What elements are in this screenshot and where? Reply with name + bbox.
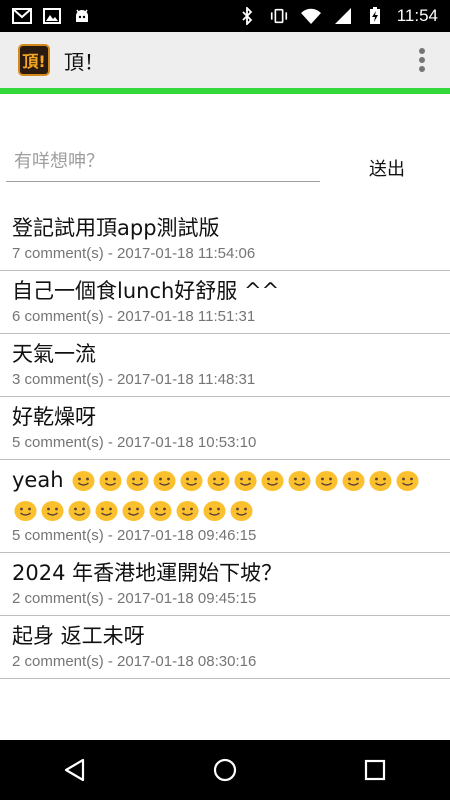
emoji-face-icon: [180, 471, 203, 491]
post-meta: 7 comment(s) - 2017-01-18 11:54:06: [12, 245, 256, 262]
clock: 11:54: [396, 6, 438, 25]
post-input[interactable]: [6, 142, 320, 180]
emoji-face-icon: [288, 471, 311, 491]
emoji-face-icon: [230, 501, 253, 521]
post-title-text: yeah: [12, 468, 64, 492]
emoji-row: [12, 468, 421, 522]
emoji-face-icon: [14, 501, 37, 521]
recents-icon[interactable]: [345, 745, 405, 795]
emoji-face-icon: [342, 471, 365, 491]
post-title: 自己一個食lunch好舒服 ^^: [12, 279, 280, 303]
list-item[interactable]: 2024 年香港地運開始下坡？ 2 comment(s) - 2017-01-1…: [0, 553, 450, 616]
emoji-face-icon: [234, 471, 257, 491]
battery-charging-icon: [365, 7, 385, 25]
app-logo-text: 頂!: [22, 52, 46, 71]
post-meta: 3 comment(s) - 2017-01-18 11:48:31: [12, 371, 256, 388]
list-item[interactable]: 自己一個食lunch好舒服 ^^ 6 comment(s) - 2017-01-…: [0, 271, 450, 334]
signal-icon: [333, 7, 353, 25]
emoji-face-icon: [99, 471, 122, 491]
app-logo: 頂!: [18, 44, 50, 76]
list-item[interactable]: 天氣一流 3 comment(s) - 2017-01-18 11:48:31: [0, 334, 450, 397]
emoji-face-icon: [95, 501, 118, 521]
gmail-icon: [12, 7, 32, 25]
emoji-face-icon: [149, 501, 172, 521]
post-title: 起身 返工未呀: [12, 624, 145, 648]
app-bar: 頂! 頂！: [0, 32, 450, 88]
post-meta: 5 comment(s) - 2017-01-18 09:46:15: [12, 527, 257, 544]
post-meta: 2 comment(s) - 2017-01-18 09:45:15: [12, 590, 257, 607]
emoji-face-icon: [369, 471, 392, 491]
emoji-face-icon: [176, 501, 199, 521]
bluetooth-icon: [237, 7, 257, 25]
emoji-face-icon: [68, 501, 91, 521]
post-title: 天氣一流: [12, 342, 96, 366]
post-title: 登記試用頂app測試版: [12, 216, 220, 240]
post-title-with-emoji: yeah: [12, 465, 438, 525]
list-item[interactable]: yeah 5 comment(s) - 2017-01-18 09:46:15: [0, 460, 450, 553]
emoji-face-icon: [72, 471, 95, 491]
emoji-face-icon: [207, 471, 230, 491]
emoji-face-icon: [126, 471, 149, 491]
list-item[interactable]: 好乾燥呀 5 comment(s) - 2017-01-18 10:53:10: [0, 397, 450, 460]
post-meta: 2 comment(s) - 2017-01-18 08:30:16: [12, 653, 257, 670]
back-icon[interactable]: [45, 745, 105, 795]
post-title: 好乾燥呀: [12, 405, 96, 429]
android-icon: [72, 7, 92, 25]
send-button[interactable]: 送出: [352, 150, 422, 186]
system-nav-bar: [0, 740, 450, 800]
app-title: 頂！: [64, 49, 104, 74]
emoji-face-icon: [41, 501, 64, 521]
emoji-face-icon: [153, 471, 176, 491]
post-input-wrapper: [6, 142, 320, 182]
more-vert-icon[interactable]: [402, 40, 442, 80]
image-icon: [42, 7, 62, 25]
post-composer: 送出: [0, 94, 450, 208]
post-title: 2024 年香港地運開始下坡？: [12, 561, 283, 585]
status-bar: 11:54: [0, 0, 450, 32]
vibrate-icon: [269, 7, 289, 25]
post-list: 登記試用頂app測試版 7 comment(s) - 2017-01-18 11…: [0, 208, 450, 740]
wifi-icon: [300, 7, 321, 25]
home-icon[interactable]: [195, 745, 255, 795]
list-item[interactable]: 起身 返工未呀 2 comment(s) - 2017-01-18 08:30:…: [0, 616, 450, 679]
post-meta: 5 comment(s) - 2017-01-18 10:53:10: [12, 434, 257, 451]
emoji-face-icon: [315, 471, 338, 491]
emoji-face-icon: [261, 471, 284, 491]
list-item[interactable]: 登記試用頂app測試版 7 comment(s) - 2017-01-18 11…: [0, 208, 450, 271]
emoji-face-icon: [396, 471, 419, 491]
emoji-face-icon: [203, 501, 226, 521]
post-meta: 6 comment(s) - 2017-01-18 11:51:31: [12, 308, 256, 325]
emoji-face-icon: [122, 501, 145, 521]
